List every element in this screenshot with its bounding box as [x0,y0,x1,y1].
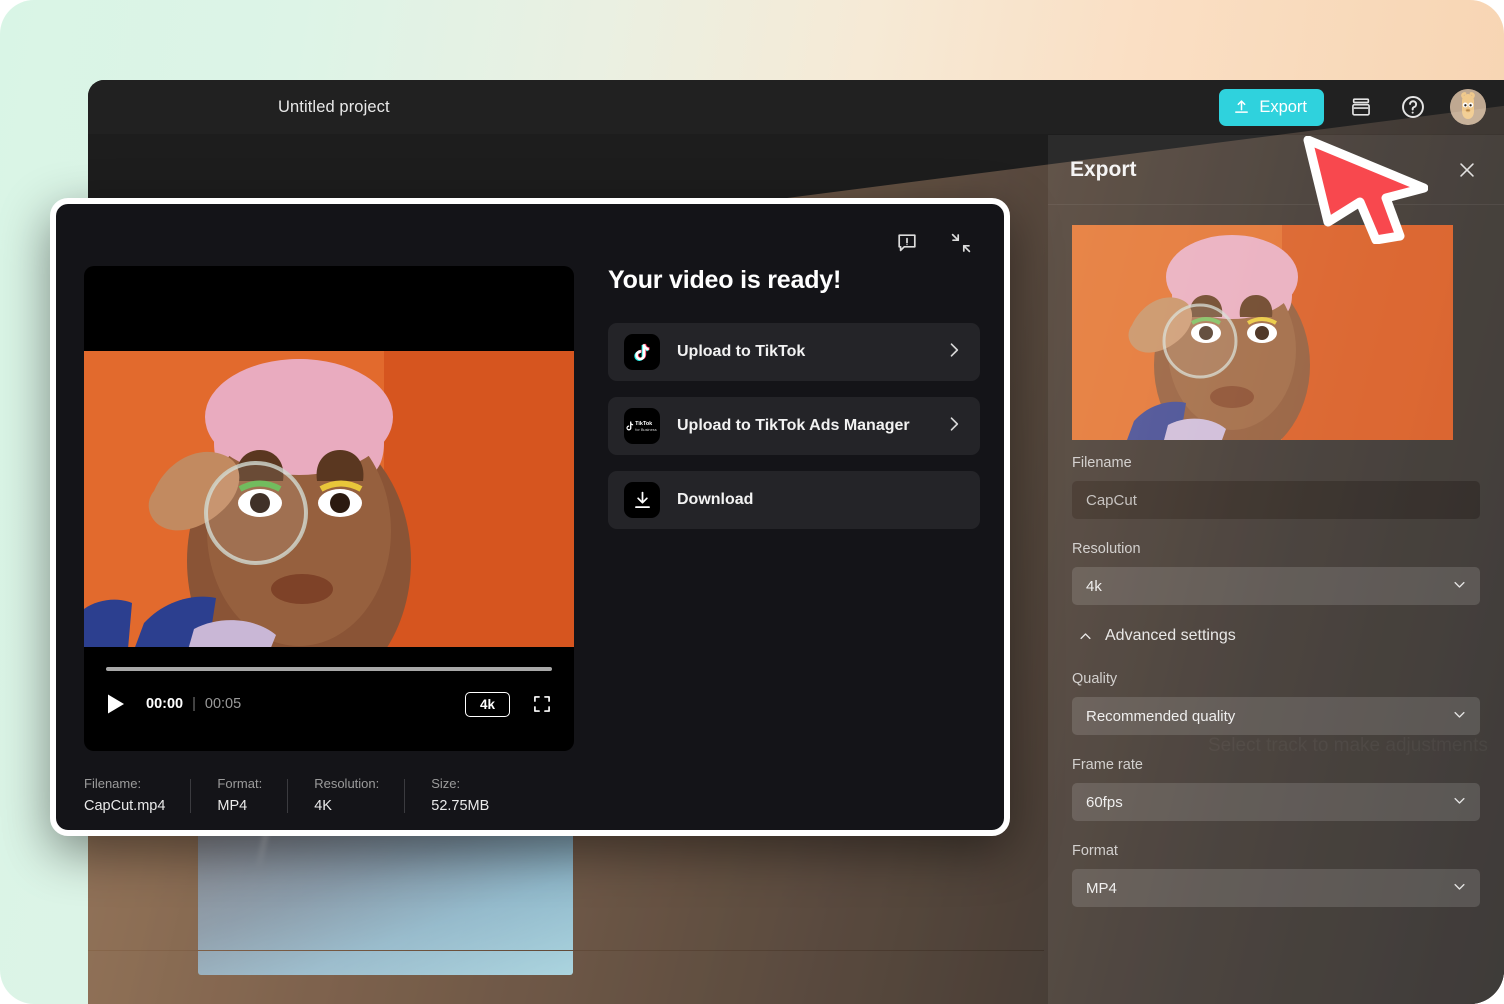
titlebar-actions: Export [1219,88,1486,126]
feedback-bubble-icon[interactable] [894,230,920,256]
action-label: Upload to TikTok Ads Manager [677,417,910,434]
export-button[interactable]: Export [1219,88,1324,126]
action-label: Download [677,491,754,508]
meta-item: Filename: CapCut.mp4 [84,776,192,814]
resolution-select[interactable]: 4k [1072,567,1480,605]
video-ready-modal: 00:00 | 00:05 4k Filename: CapCut.mp4 Fo… [50,198,1010,836]
svg-text:TikTok: TikTok [635,421,653,427]
chevron-down-icon [1452,793,1467,812]
chevron-up-icon [1078,629,1093,644]
video-controls-row: 00:00 | 00:05 4k [106,689,552,719]
quality-label: Quality [1072,671,1118,687]
format-value: MP4 [1086,879,1117,897]
meta-key: Filename: [84,776,142,791]
video-preview-frame[interactable] [84,351,574,647]
quality-value: Recommended quality [1086,707,1236,725]
collapse-arrows-icon[interactable] [948,230,974,256]
current-time: 00:00 [146,696,184,712]
field-framerate: Frame rate 60fps [1072,757,1480,821]
meta-value: MP4 [217,798,248,814]
advanced-settings-label: Advanced settings [1105,627,1236,644]
svg-text:for Business: for Business [635,427,657,432]
tiktok-for-business-logo-icon: TikTok for Business [624,408,660,444]
chevron-right-icon [944,340,964,365]
project-title[interactable]: Untitled project [278,98,390,117]
chevron-down-icon [1452,577,1467,596]
export-panel: Export Filename CapCut Resolution 4k Adv… [1048,135,1504,1004]
export-panel-title: Export [1070,157,1137,181]
question-mark-circle-icon[interactable] [1398,92,1428,122]
meta-value: 52.75MB [431,798,490,814]
action-label: Upload to TikTok [677,343,806,360]
modal-top-icons [894,230,974,256]
video-progress-bar[interactable] [106,667,552,671]
resolution-label: Resolution [1072,541,1141,557]
video-player-controls: 00:00 | 00:05 4k [84,647,574,751]
export-button-label: Export [1259,97,1307,116]
fullscreen-icon[interactable] [532,694,552,714]
upload-arrow-icon [1233,99,1250,116]
timeline-divider [88,950,1044,951]
export-panel-header: Export [1048,135,1504,205]
upload-to-tiktok-button[interactable]: Upload to TikTok [608,323,980,381]
user-avatar[interactable] [1450,89,1486,125]
meta-item: Size: 52.75MB [431,776,515,814]
meta-key: Size: [431,776,461,791]
field-resolution: Resolution 4k [1072,541,1480,605]
field-filename: Filename [1072,455,1480,519]
meta-value: CapCut.mp4 [84,798,166,814]
modal-heading: Your video is ready! [608,266,842,294]
download-button[interactable]: Download [608,471,980,529]
video-preview-card: 00:00 | 00:05 4k [84,266,574,751]
modal-actions-column: Your video is ready! Upload to TikTok Ti… [608,266,984,545]
field-quality: Quality Recommended quality [1072,671,1480,735]
field-format: Format MP4 [1072,843,1480,907]
framerate-select[interactable]: 60fps [1072,783,1480,821]
filename-input[interactable] [1072,481,1480,519]
filename-label: Filename [1072,455,1132,471]
total-time: 00:05 [204,696,242,712]
format-label: Format [1072,843,1118,859]
chevron-down-icon [1452,707,1467,726]
quality-badge[interactable]: 4k [464,691,510,717]
download-arrow-icon [624,482,660,518]
advanced-settings-toggle[interactable]: Advanced settings [1078,627,1480,645]
page-root: Untitled project Export Export Filename … [0,0,1504,1004]
tiktok-logo-icon [624,334,660,370]
meta-key: Format: [217,776,263,791]
close-x-icon[interactable] [1452,155,1482,185]
meta-value: 4K [314,798,332,814]
app-titlebar: Untitled project Export [88,80,1504,134]
quality-select[interactable]: Recommended quality [1072,697,1480,735]
export-metadata-row: Filename: CapCut.mp4 Format: MP4 Resolut… [84,776,541,814]
archive-box-icon[interactable] [1346,92,1376,122]
chevron-right-icon [944,414,964,439]
resolution-value: 4k [1086,577,1102,595]
time-separator: | [192,696,196,712]
play-icon[interactable] [106,693,128,715]
format-select[interactable]: MP4 [1072,869,1480,907]
export-panel-fields: Filename Resolution 4k [1048,455,1504,929]
framerate-value: 60fps [1086,793,1123,811]
chevron-down-icon [1452,879,1467,898]
meta-key: Resolution: [314,776,380,791]
export-preview-thumbnail [1072,225,1453,440]
framerate-label: Frame rate [1072,757,1143,773]
meta-item: Resolution: 4K [314,776,406,814]
upload-to-tiktok-ads-manager-button[interactable]: TikTok for Business Upload to TikTok Ads… [608,397,980,455]
video-controls-right: 4k [464,691,552,717]
meta-item: Format: MP4 [217,776,289,814]
